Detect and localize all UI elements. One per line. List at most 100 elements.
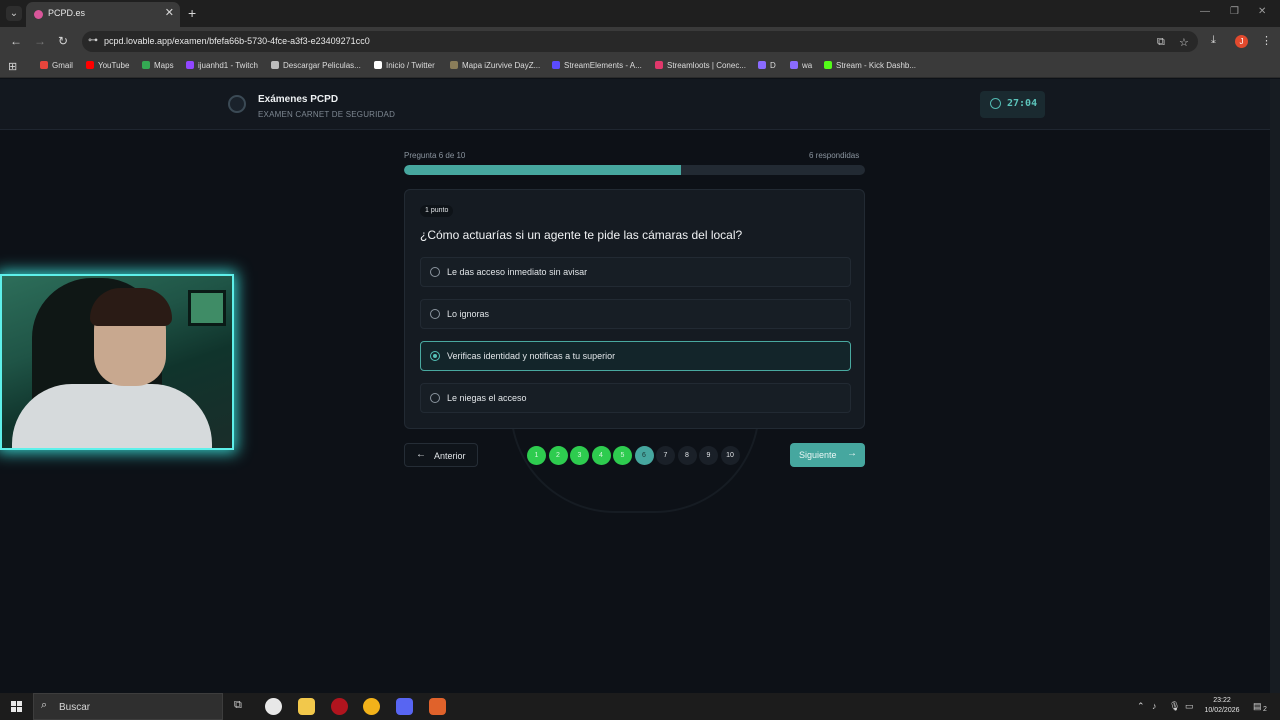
browser-tab-bar: ⌄ PCPD.es ✕ + — ❐ ✕ bbox=[0, 0, 1280, 27]
question-jump-button[interactable]: 10 bbox=[720, 446, 740, 465]
next-button[interactable]: Siguiente → bbox=[790, 443, 865, 467]
bookmark-item[interactable]: Stream - Kick Dashb... bbox=[824, 61, 916, 70]
question-jump-button[interactable]: 3 bbox=[570, 446, 589, 465]
previous-label: Anterior bbox=[434, 451, 466, 461]
app-orange-icon[interactable] bbox=[429, 698, 446, 715]
browser-tab[interactable]: PCPD.es ✕ bbox=[26, 2, 180, 27]
radio-icon[interactable] bbox=[430, 393, 440, 403]
discord-icon[interactable] bbox=[396, 698, 413, 715]
bookmark-label: Mapa iZurvive DayZ... bbox=[462, 61, 541, 70]
bookmark-favicon-icon bbox=[552, 61, 560, 69]
previous-button[interactable]: ← Anterior bbox=[404, 443, 478, 467]
window-close-icon[interactable]: ✕ bbox=[1258, 6, 1266, 17]
site-favicon-icon bbox=[34, 10, 43, 19]
bookmark-item[interactable]: Maps bbox=[142, 61, 174, 70]
page-scrollbar[interactable] bbox=[1270, 79, 1280, 693]
download-icon[interactable]: ⤓ bbox=[1211, 34, 1216, 47]
bookmark-label: Inicio / Twitter bbox=[386, 61, 435, 70]
address-bar[interactable]: ⊶ pcpd.lovable.app/examen/bfefa66b-5730-… bbox=[82, 31, 1198, 52]
site-info-icon[interactable]: ⊶ bbox=[88, 35, 98, 46]
bookmark-favicon-icon bbox=[450, 61, 458, 69]
bookmark-label: YouTube bbox=[98, 61, 130, 70]
notification-icon[interactable]: ▤ bbox=[1253, 701, 1262, 712]
restore-icon[interactable]: ❐ bbox=[1230, 6, 1239, 17]
bookmark-label: StreamElements - A... bbox=[564, 61, 642, 70]
bookmark-favicon-icon bbox=[655, 61, 663, 69]
question-jump-button[interactable]: 9 bbox=[699, 446, 718, 465]
bookmark-item[interactable]: Inicio / Twitter bbox=[374, 61, 435, 70]
clock-icon bbox=[990, 98, 1001, 109]
app-title: Exámenes PCPD bbox=[258, 94, 339, 105]
tab-search-icon[interactable]: ⌄ bbox=[6, 6, 22, 21]
clock-time: 23:22 bbox=[1213, 697, 1231, 704]
install-app-icon[interactable]: ⧉ bbox=[1157, 36, 1165, 49]
bookmark-item[interactable]: ijuanhd1 - Twitch bbox=[186, 61, 258, 70]
microphone-icon[interactable]: 🎙 bbox=[1169, 701, 1180, 712]
bookmark-label: wa bbox=[802, 61, 813, 70]
tray-chevron-up-icon[interactable]: ⌃ bbox=[1137, 701, 1145, 712]
task-view-icon[interactable]: ⧉ bbox=[234, 699, 242, 712]
question-jump-button[interactable]: 4 bbox=[591, 446, 611, 465]
bookmark-item[interactable]: wa bbox=[790, 61, 812, 70]
question-jump-button[interactable]: 5 bbox=[613, 446, 632, 465]
search-icon: ⌕ bbox=[41, 699, 48, 711]
answer-option[interactable]: Le das acceso inmediato sin avisar bbox=[420, 257, 851, 287]
webcam-person-hair bbox=[90, 288, 172, 326]
windows-start-icon[interactable] bbox=[11, 701, 22, 712]
question-jump-button[interactable]: 6 bbox=[634, 446, 654, 465]
bookmark-label: D bbox=[770, 61, 776, 70]
question-jump-button[interactable]: 2 bbox=[548, 446, 568, 465]
bookmark-item[interactable]: Mapa iZurvive DayZ... bbox=[450, 61, 540, 70]
taskbar-search-box[interactable]: ⌕ Buscar bbox=[33, 693, 223, 720]
bookmark-star-icon[interactable]: ☆ bbox=[1179, 36, 1189, 49]
search-placeholder: Buscar bbox=[59, 702, 91, 713]
question-jump-button[interactable]: 8 bbox=[677, 446, 697, 465]
close-icon[interactable]: ✕ bbox=[165, 6, 174, 19]
bookmark-item[interactable]: StreamElements - A... bbox=[552, 61, 642, 70]
obs-app-icon[interactable] bbox=[265, 698, 282, 715]
webcam-overlay bbox=[0, 274, 234, 450]
answer-option[interactable]: Lo ignoras bbox=[420, 299, 851, 329]
exam-subtitle: EXAMEN CARNET DE SEGURIDAD bbox=[258, 110, 396, 119]
answer-option[interactable]: Verificas identidad y notificas a tu sup… bbox=[420, 341, 851, 371]
bookmark-favicon-icon bbox=[40, 61, 48, 69]
clock-date: 10/02/2026 bbox=[1204, 707, 1240, 714]
volume-icon[interactable]: ♪ bbox=[1152, 701, 1157, 711]
back-arrow-icon[interactable]: ← bbox=[10, 34, 22, 48]
menu-kebab-icon[interactable]: ⋮ bbox=[1261, 34, 1272, 47]
bookmark-item[interactable]: Streamloots | Conec... bbox=[655, 61, 746, 70]
bookmark-favicon-icon bbox=[142, 61, 150, 69]
reload-icon[interactable]: ↻ bbox=[58, 34, 68, 48]
profile-avatar[interactable]: J bbox=[1235, 35, 1248, 48]
question-jump-button[interactable]: 1 bbox=[527, 446, 546, 465]
forward-arrow-icon[interactable]: → bbox=[34, 34, 46, 48]
answer-option-text: Lo ignoras bbox=[447, 309, 490, 319]
bookmark-item[interactable]: Gmail bbox=[40, 61, 73, 70]
bookmark-favicon-icon bbox=[824, 61, 832, 69]
chrome-icon[interactable] bbox=[363, 698, 380, 715]
bookmark-label: Gmail bbox=[52, 61, 73, 70]
minimize-icon[interactable]: — bbox=[1200, 6, 1210, 17]
app-red-icon[interactable] bbox=[331, 698, 348, 715]
bookmark-item[interactable]: Descargar Peliculas... bbox=[271, 61, 361, 70]
bookmark-favicon-icon bbox=[790, 61, 798, 69]
arrow-left-icon: ← bbox=[416, 449, 426, 460]
answer-option[interactable]: Le niegas el acceso bbox=[420, 383, 851, 413]
bookmark-item[interactable]: D bbox=[758, 61, 776, 70]
radio-selected-icon[interactable] bbox=[430, 351, 440, 361]
bookmark-item[interactable]: YouTube bbox=[86, 61, 129, 70]
question-jump-button[interactable]: 7 bbox=[656, 446, 675, 465]
radio-icon[interactable] bbox=[430, 309, 440, 319]
apps-grid-icon[interactable]: ⊞ bbox=[8, 60, 17, 73]
app-header bbox=[0, 79, 1270, 130]
new-tab-plus-icon[interactable]: + bbox=[188, 5, 196, 21]
exam-timer: 27:04 bbox=[980, 91, 1045, 118]
file-explorer-icon[interactable] bbox=[298, 698, 315, 715]
network-icon[interactable]: ▭ bbox=[1185, 701, 1194, 712]
taskbar-clock[interactable]: 23:22 10/02/2026 bbox=[1200, 696, 1244, 716]
bookmark-favicon-icon bbox=[271, 61, 279, 69]
webcam-background-shelf bbox=[188, 290, 226, 326]
timer-value: 27:04 bbox=[1007, 98, 1038, 109]
bookmark-label: Descargar Peliculas... bbox=[283, 61, 361, 70]
radio-icon[interactable] bbox=[430, 267, 440, 277]
